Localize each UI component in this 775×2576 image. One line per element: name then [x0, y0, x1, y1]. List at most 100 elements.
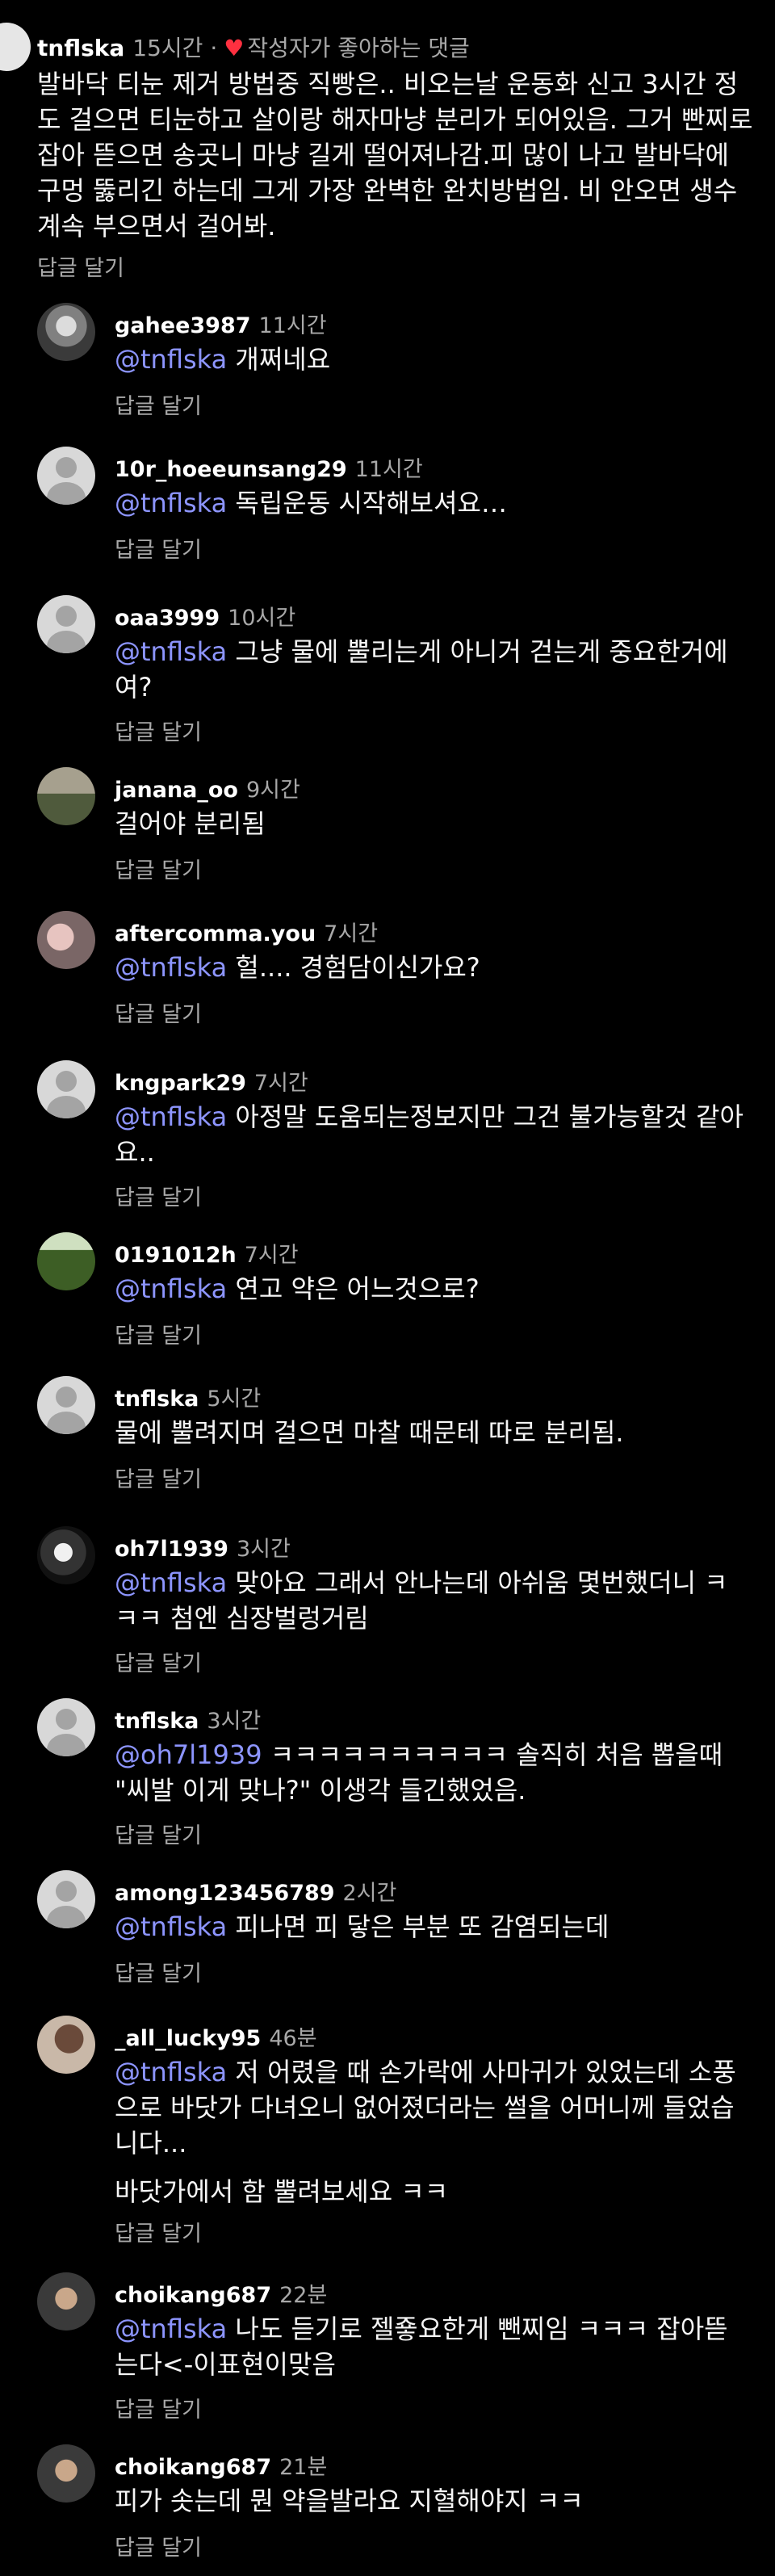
- username[interactable]: janana_oo: [115, 778, 238, 803]
- timestamp: 46분: [269, 2026, 317, 2051]
- timestamp: 21분: [279, 2455, 328, 2480]
- reply-body: 독립운동 시작해보셔요…: [227, 488, 507, 518]
- reply-body: 피가 솟는데 뭔 약을발라요 지혈해야지 ㅋㅋ: [115, 2486, 584, 2516]
- avatar[interactable]: [37, 2016, 95, 2074]
- username[interactable]: oh7l1939: [115, 1537, 228, 1562]
- timestamp: 3시간: [236, 1537, 291, 1562]
- timestamp: 15시간: [132, 35, 203, 61]
- avatar[interactable]: [37, 1376, 95, 1434]
- reply-text: @tnflska 나도 듣기로 젤죻요한게 뺀찌임 ㅋㅋㅋ 잡아뜯는다<-이표현…: [115, 2311, 744, 2382]
- reply-text: @tnflska 피나면 피 닿은 부분 또 감염되는데: [115, 1909, 744, 1945]
- reply-text: 걸어야 분리됨: [115, 806, 744, 841]
- reply-text: @tnflska 아정말 도움되는정보지만 그건 불가능할것 같아요..: [115, 1099, 744, 1170]
- mention-link[interactable]: @tnflska: [115, 344, 227, 375]
- timestamp: 7시간: [253, 1071, 308, 1096]
- timestamp: 5시간: [207, 1387, 262, 1412]
- avatar[interactable]: [37, 911, 95, 969]
- top-comment: tnflska 15시간 · ♥ 작성자가 좋아하는 댓글 발바닥 티눈 제거 방법중…: [0, 0, 775, 282]
- username[interactable]: tnflska: [37, 35, 124, 61]
- reply-button[interactable]: 답글 달기: [115, 2530, 202, 2561]
- username[interactable]: aftercomma.you: [115, 921, 316, 946]
- mention-link[interactable]: @oh7l1939: [115, 1739, 262, 1770]
- reply-text: 물에 뿔려지며 걸으면 마찰 때문테 따로 분리됨.: [115, 1415, 744, 1450]
- username[interactable]: 10r_hoeeunsang29: [115, 457, 347, 482]
- reply-body-line-2: 바닷가에서 함 뿔려보세요 ㅋㅋ: [115, 2176, 449, 2207]
- heart-icon: ♥: [224, 35, 245, 61]
- username[interactable]: 0191012h: [115, 1243, 237, 1268]
- mention-link[interactable]: @tnflska: [115, 488, 227, 518]
- mention-link[interactable]: @tnflska: [115, 2057, 227, 2087]
- reply-button[interactable]: 답글 달기: [115, 1956, 202, 1987]
- timestamp: 11시간: [258, 313, 327, 338]
- reply-text: @tnflska 그냥 물에 뿔리는게 아니거 걷는게 중요한거에여?: [115, 634, 744, 705]
- username[interactable]: gahee3987: [115, 313, 251, 338]
- reply-button[interactable]: 답글 달기: [115, 532, 202, 564]
- avatar[interactable]: [37, 767, 95, 825]
- avatar[interactable]: [37, 1870, 95, 1928]
- timestamp: 2시간: [342, 1881, 397, 1906]
- timestamp: 22분: [279, 2283, 328, 2308]
- comment-header: tnflska 15시간 · ♥ 작성자가 좋아하는 댓글: [37, 31, 470, 63]
- reply-body: 걸어야 분리됨: [115, 808, 266, 839]
- timestamp: 7시간: [244, 1243, 299, 1268]
- reply-button[interactable]: 답글 달기: [115, 2216, 202, 2247]
- reply-body: 피나면 피 닿은 부분 또 감염되는데: [227, 1911, 610, 1942]
- mention-link[interactable]: @tnflska: [115, 1567, 227, 1598]
- username[interactable]: kngpark29: [115, 1071, 246, 1096]
- mention-link[interactable]: @tnflska: [115, 1273, 227, 1304]
- reply-button[interactable]: 답글 달기: [115, 388, 202, 420]
- reply-text: @tnflska 연고 약은 어느것으로?: [115, 1271, 744, 1307]
- avatar[interactable]: [37, 303, 95, 361]
- reply-button[interactable]: 답글 달기: [37, 250, 124, 282]
- comment-thread: tnflska 15시간 · ♥ 작성자가 좋아하는 댓글 발바닥 티눈 제거 방법중…: [0, 0, 775, 2576]
- mention-link[interactable]: @tnflska: [115, 952, 227, 983]
- avatar[interactable]: [37, 2272, 95, 2331]
- reply-text: @tnflska 독립운동 시작해보셔요…: [115, 485, 744, 521]
- reply-button[interactable]: 답글 달기: [115, 1646, 202, 1677]
- username[interactable]: choikang687: [115, 2455, 271, 2480]
- reply-text: @tnflska 헐.... 경험담이신가요?: [115, 950, 744, 985]
- mention-link[interactable]: @tnflska: [115, 1911, 227, 1942]
- comment-text: 발바닥 티눈 제거 방법중 직빵은.. 비오는날 운동화 신고 3시간 정도 걸…: [37, 69, 753, 241]
- reply-button[interactable]: 답글 달기: [115, 2392, 202, 2423]
- reply-button[interactable]: 답글 달기: [115, 1462, 202, 1493]
- avatar[interactable]: [37, 1698, 95, 1756]
- timestamp: 11시간: [354, 457, 423, 482]
- avatar[interactable]: [37, 2444, 95, 2503]
- reply-button[interactable]: 답글 달기: [115, 1818, 202, 1849]
- reply-button[interactable]: 답글 달기: [115, 715, 202, 746]
- reply-text: @tnflska 맞아요 그래서 안나는데 아쉬움 몇번했더니 ㅋㅋㅋ 첨엔 심…: [115, 1565, 744, 1636]
- username[interactable]: tnflska: [115, 1709, 199, 1734]
- reply-text: @tnflska 개쩌네요: [115, 342, 744, 377]
- username[interactable]: tnflska: [115, 1387, 199, 1412]
- mention-link[interactable]: @tnflska: [115, 636, 227, 667]
- avatar[interactable]: [0, 23, 31, 71]
- creator-liked-label: 작성자가 좋아하는 댓글: [247, 35, 470, 61]
- reply-button[interactable]: 답글 달기: [115, 996, 202, 1028]
- reply-text: 피가 솟는데 뭔 약을발라요 지혈해야지 ㅋㅋ: [115, 2483, 744, 2519]
- reply-body: 물에 뿔려지며 걸으면 마찰 때문테 따로 분리됨.: [115, 1417, 624, 1448]
- mention-link[interactable]: @tnflska: [115, 1101, 227, 1132]
- reply-body: 개쩌네요: [227, 344, 331, 375]
- reply-button[interactable]: 답글 달기: [115, 1180, 202, 1211]
- username[interactable]: oaa3999: [115, 606, 220, 631]
- avatar[interactable]: [37, 1060, 95, 1118]
- timestamp: 3시간: [207, 1709, 262, 1734]
- reply-button[interactable]: 답글 달기: [115, 1318, 202, 1349]
- timestamp: 9시간: [245, 778, 300, 803]
- avatar[interactable]: [37, 1232, 95, 1290]
- avatar[interactable]: [37, 1526, 95, 1584]
- mention-link[interactable]: @tnflska: [115, 2314, 227, 2344]
- reply-text: @oh7l1939 ㅋㅋㅋㅋㅋㅋㅋㅋㅋㅋ 솔직히 처음 뽑을때 "씨발 이게 맞…: [115, 1737, 744, 1808]
- reply-body: 연고 약은 어느것으로?: [227, 1273, 480, 1304]
- timestamp: 10시간: [228, 606, 296, 631]
- reply-button[interactable]: 답글 달기: [115, 853, 202, 884]
- reply-text: @tnflska 저 어렸을 때 손가락에 사마귀가 있었는데 소풍으로 바닷가…: [115, 2054, 744, 2209]
- avatar[interactable]: [37, 595, 95, 653]
- username[interactable]: among123456789: [115, 1881, 335, 1906]
- avatar[interactable]: [37, 447, 95, 505]
- username[interactable]: _all_lucky95: [115, 2026, 261, 2051]
- separator-dot: ·: [210, 35, 218, 61]
- timestamp: 7시간: [324, 921, 379, 946]
- username[interactable]: choikang687: [115, 2283, 271, 2308]
